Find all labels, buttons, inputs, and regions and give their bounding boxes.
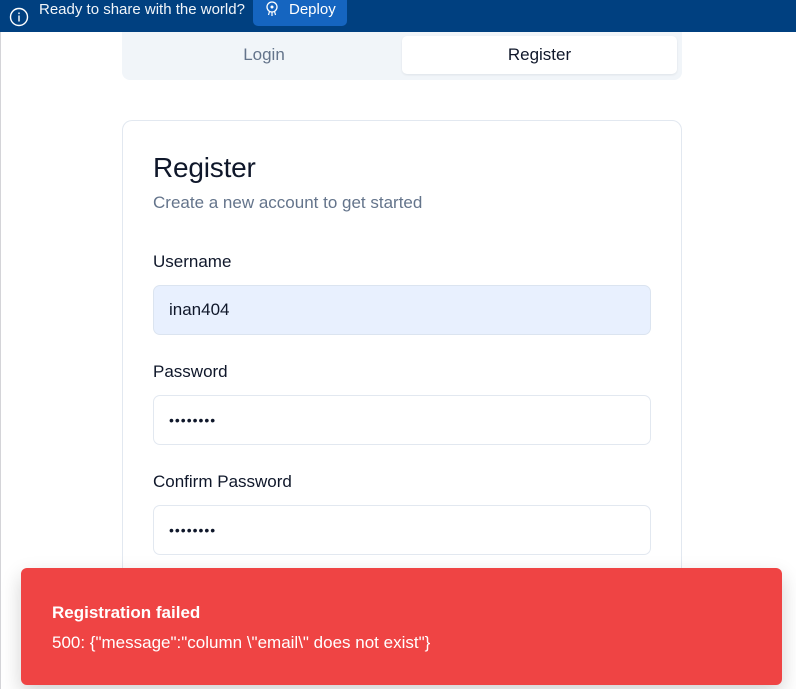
tab-login[interactable]: Login — [126, 36, 402, 74]
password-field[interactable]: •••••••• — [153, 395, 651, 445]
register-card: Register Create a new account to get sta… — [122, 120, 682, 640]
deploy-button[interactable]: Deploy — [253, 0, 347, 26]
error-toast[interactable]: Registration failed 500: {"message":"col… — [21, 568, 782, 685]
username-input[interactable] — [154, 286, 650, 334]
username-label: Username — [153, 252, 232, 271]
auth-tabs: Login Register — [122, 32, 682, 80]
username-field[interactable] — [153, 285, 651, 335]
deploy-icon — [265, 1, 279, 17]
password-mask: •••••••• — [169, 412, 217, 428]
confirm-password-label: Confirm Password — [153, 472, 292, 491]
confirm-password-mask: •••••••• — [169, 522, 217, 538]
page-title: Register — [153, 152, 256, 183]
deploy-label: Deploy — [289, 1, 336, 18]
toast-description: 500: {"message":"column \"email\" does n… — [52, 633, 431, 652]
toast-title: Registration failed — [52, 603, 201, 622]
confirm-password-field[interactable]: •••••••• — [153, 505, 651, 555]
page-subtitle: Create a new account to get started — [153, 193, 423, 212]
banner-text: Ready to share with the world? — [39, 1, 245, 18]
deploy-banner: Ready to share with the world? Deploy — [0, 0, 796, 32]
tab-register[interactable]: Register — [402, 36, 677, 74]
password-label: Password — [153, 362, 228, 381]
info-circle-icon — [9, 7, 29, 27]
window-edge — [0, 32, 1, 689]
